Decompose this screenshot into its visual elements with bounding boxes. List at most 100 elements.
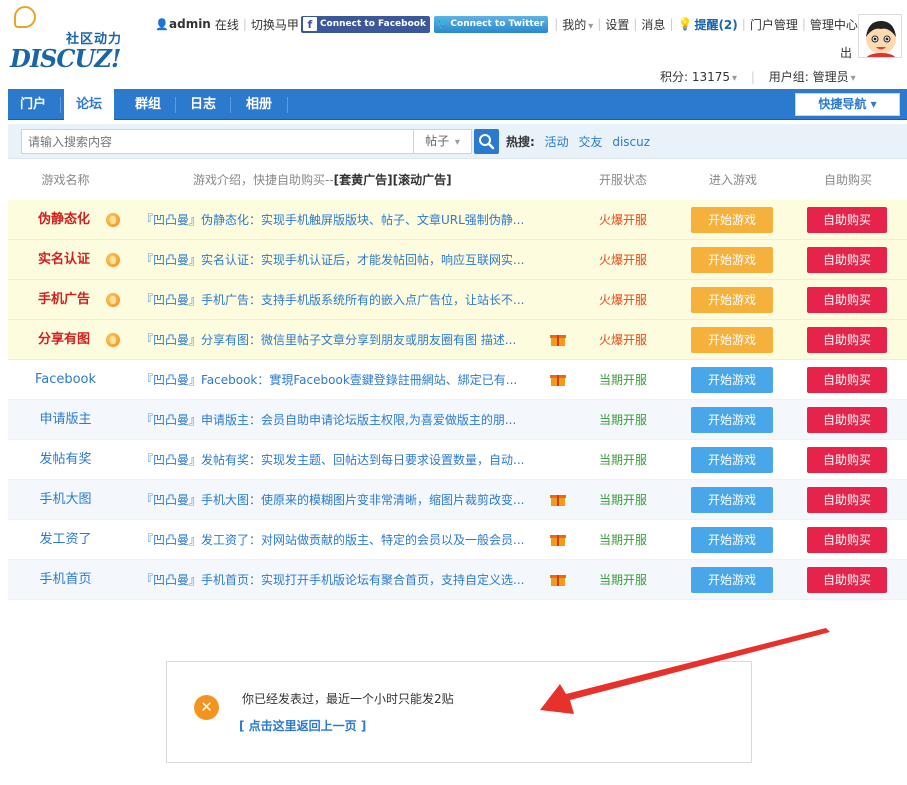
red-arrow-annotation	[540, 628, 830, 714]
gift-icon	[550, 493, 566, 506]
start-game-button[interactable]: 开始游戏	[691, 447, 773, 473]
start-game-button[interactable]: 开始游戏	[691, 407, 773, 433]
game-name-link[interactable]: 发帖有奖	[8, 440, 123, 480]
settings-link[interactable]: 设置	[605, 16, 629, 33]
header-desc-prefix: 游戏介绍，快捷自助购买--	[193, 173, 334, 187]
portal-admin-link[interactable]: 门户管理	[750, 16, 798, 33]
discuz-logo[interactable]: 社区动力 DISCUZ!	[10, 6, 130, 73]
game-name-link[interactable]: Facebook	[8, 360, 123, 400]
buy-cell: 自助购买	[807, 200, 889, 240]
buy-cell: 自助购买	[807, 520, 889, 560]
messages-link[interactable]: 消息	[641, 16, 665, 33]
hot-keyword-link[interactable]: 活动	[545, 135, 569, 149]
self-buy-button[interactable]: 自助购买	[807, 367, 887, 393]
self-buy-button[interactable]: 自助购买	[807, 407, 887, 433]
nav-item-blog[interactable]: 日志	[178, 89, 228, 120]
divider: |	[633, 17, 638, 31]
start-game-button[interactable]: 开始游戏	[691, 287, 773, 313]
table-row: 手机首页 『凹凸曼』手机首页：实现打开手机版论坛有聚合首页，支持自定义选... 当期…	[8, 560, 907, 600]
game-name-link[interactable]: 手机首页	[8, 560, 123, 600]
info-bar: 积分: 13175 ▾ | 用户组: 管理员 ▾	[660, 68, 856, 85]
game-desc-link[interactable]: 『凹凸曼』实名认证：实现手机认证后，才能发帖回帖，响应互联网实...	[123, 240, 568, 280]
points-menu[interactable]: 积分: 13175 ▾	[660, 70, 737, 84]
play-cell: 开始游戏	[691, 560, 775, 600]
game-desc-link[interactable]: 『凹凸曼』Facebook：實現Facebook壹鍵登錄註冊網站、綁定已有...	[123, 360, 551, 400]
play-cell: 开始游戏	[691, 360, 775, 400]
search-button[interactable]	[474, 129, 499, 154]
quick-nav-button[interactable]: 快捷导航 ▾	[795, 93, 900, 116]
self-buy-button[interactable]: 自助购买	[807, 207, 887, 233]
connect-twitter-button[interactable]: 🐦 Connect to Twitter	[433, 15, 549, 33]
buy-cell: 自助购买	[807, 240, 889, 280]
divider: |	[750, 70, 755, 84]
game-desc-link[interactable]: 『凹凸曼』分享有图：微信里帖子文章分享到朋友或朋友圈有图 描述...	[123, 320, 551, 360]
divider: |	[669, 17, 674, 31]
start-game-button[interactable]: 开始游戏	[691, 247, 773, 273]
start-game-button[interactable]: 开始游戏	[691, 327, 773, 353]
search-icon	[479, 134, 495, 150]
admin-center-link[interactable]: 管理中心	[810, 16, 858, 33]
self-buy-button[interactable]: 自助购买	[807, 527, 887, 553]
divider: |	[554, 17, 559, 31]
close-circle-icon: ✕	[194, 695, 219, 720]
server-status: 当期开服	[598, 533, 647, 547]
self-buy-button[interactable]: 自助购买	[807, 247, 887, 273]
search-type-select[interactable]: 帖子 ▾	[414, 129, 472, 154]
server-status: 当期开服	[598, 453, 647, 467]
online-status[interactable]: 在线	[215, 16, 239, 33]
game-desc-link[interactable]: 『凹凸曼』发工资了：对网站做贡献的版主、特定的会员以及一般会员...	[123, 520, 551, 560]
header-buy: 自助购买	[823, 173, 872, 187]
server-status: 火爆开服	[598, 253, 647, 267]
switch-account-link[interactable]: 切换马甲	[251, 16, 299, 33]
start-game-button[interactable]: 开始游戏	[691, 527, 773, 553]
connect-twitter-label: Connect to Twitter	[450, 19, 545, 29]
game-name-link[interactable]: 手机大图	[8, 480, 123, 520]
hot-keyword-link[interactable]: 交友	[578, 135, 602, 149]
self-buy-button[interactable]: 自助购买	[807, 567, 887, 593]
hot-keyword-link[interactable]: discuz	[612, 135, 650, 149]
connect-facebook-button[interactable]: f Connect to Facebook	[300, 15, 430, 33]
play-cell: 开始游戏	[691, 400, 775, 440]
start-game-button[interactable]: 开始游戏	[691, 207, 773, 233]
back-link[interactable]: [ 点击这里返回上一页 ]	[239, 717, 366, 734]
hot-flame-icon	[106, 253, 120, 267]
play-cell: 开始游戏	[691, 520, 775, 560]
self-buy-button[interactable]: 自助购买	[807, 327, 887, 353]
nav-divider	[60, 97, 61, 113]
game-desc-link[interactable]: 『凹凸曼』伪静态化：实现手机触屏版版块、帖子、文章URL强制伪静...	[123, 200, 568, 240]
start-game-button[interactable]: 开始游戏	[691, 367, 773, 393]
remind-link[interactable]: 提醒(2)	[694, 16, 737, 33]
my-menu[interactable]: 我的 ▾	[562, 16, 593, 33]
game-desc-link[interactable]: 『凹凸曼』手机广告：支持手机版系统所有的嵌入点广告位，让站长不...	[123, 280, 568, 320]
username-link[interactable]: admin	[169, 17, 211, 31]
start-game-button[interactable]: 开始游戏	[691, 567, 773, 593]
search-bar: 帖子 ▾ 热搜: 活动 交友 discuz	[8, 124, 907, 159]
game-desc-link[interactable]: 『凹凸曼』手机首页：实现打开手机版论坛有聚合首页，支持自定义选...	[123, 560, 551, 600]
nav-item-groups[interactable]: 群组	[123, 89, 173, 120]
start-game-button[interactable]: 开始游戏	[691, 487, 773, 513]
avatar[interactable]	[858, 14, 902, 58]
self-buy-button[interactable]: 自助购买	[807, 487, 887, 513]
game-name-link[interactable]: 发工资了	[8, 520, 123, 560]
server-status: 火爆开服	[598, 213, 647, 227]
table-row: 发工资了 『凹凸曼』发工资了：对网站做贡献的版主、特定的会员以及一般会员... 当期…	[8, 520, 907, 560]
logout-link-wrap[interactable]: 出	[840, 44, 852, 61]
game-name-link[interactable]: 申请版主	[8, 400, 123, 440]
table-row: 分享有图 『凹凸曼』分享有图：微信里帖子文章分享到朋友或朋友圈有图 描述... 火爆…	[8, 320, 907, 360]
nav-item-album[interactable]: 相册	[234, 89, 284, 120]
lightbulb-icon: 💡	[677, 17, 693, 31]
my-menu-label: 我的	[562, 17, 587, 32]
chevron-down-icon: ▾	[454, 137, 460, 148]
self-buy-button[interactable]: 自助购买	[807, 447, 887, 473]
header-play: 进入游戏	[708, 173, 757, 187]
search-input[interactable]	[21, 129, 414, 154]
nav-item-portal[interactable]: 门户	[8, 89, 58, 120]
self-buy-button[interactable]: 自助购买	[807, 287, 887, 313]
gift-icon	[550, 533, 566, 546]
game-desc-link[interactable]: 『凹凸曼』申请版主：会员自助申请论坛版主权限,为喜爱做版主的朋...	[123, 400, 568, 440]
nav-item-forum[interactable]: 论坛	[64, 89, 114, 120]
game-desc-link[interactable]: 『凹凸曼』手机大图：使原来的模糊图片变非常清晰，缩图片裁剪改变...	[123, 480, 551, 520]
game-desc-link[interactable]: 『凹凸曼』发帖有奖：实现发主题、回帖达到每日要求设置数量，自动...	[123, 440, 568, 480]
usergroup-menu[interactable]: 用户组: 管理员 ▾	[769, 70, 856, 84]
table-row: 发帖有奖 『凹凸曼』发帖有奖：实现发主题、回帖达到每日要求设置数量，自动... 当期…	[8, 440, 907, 480]
